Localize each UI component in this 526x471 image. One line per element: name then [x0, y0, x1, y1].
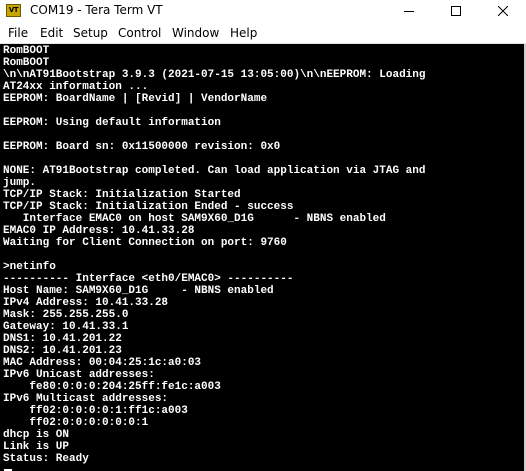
terminal-line: RomBOOT: [3, 45, 50, 57]
terminal-line: EMAC0 IP Address: 10.41.33.28: [3, 225, 195, 237]
terminal-line: IPv6 Multicast addresses:: [3, 393, 169, 405]
menu-control[interactable]: Control: [118, 26, 161, 40]
close-icon: [498, 6, 508, 16]
window-title: COM19 - Tera Term VT: [30, 3, 163, 17]
terminal-line: dhcp is ON: [3, 429, 70, 441]
terminal-line: Gateway: 10.41.33.1: [3, 321, 129, 333]
terminal-line: >netinfo: [3, 261, 56, 273]
terminal-line: Link is UP: [3, 441, 70, 453]
terminal-line: IPv6 Unicast addresses:: [3, 369, 155, 381]
maximize-icon: [451, 6, 461, 16]
maximize-button[interactable]: [433, 0, 479, 22]
terminal-line: fe80:0:0:0:204:25ff:fe1c:a003: [3, 381, 221, 393]
terminal-line: EEPROM: Using default information: [3, 117, 221, 129]
terminal-line: RomBOOT: [3, 57, 50, 69]
terminal-line: NONE: AT91Bootstrap completed. Can load …: [3, 165, 426, 177]
terminal-line: jump.: [3, 177, 37, 189]
minimize-icon: [404, 11, 414, 12]
terminal-line: ---------- Interface <eth0/EMAC0> ------…: [3, 273, 294, 285]
terminal-line: Interface EMAC0 on host SAM9X60_D1G - NB…: [3, 213, 386, 225]
minimize-button[interactable]: [386, 0, 432, 22]
terminal-line: EEPROM: BoardName | [Revid] | VendorName: [3, 93, 268, 105]
terminal-line: Status: Ready: [3, 453, 89, 465]
terminal-line: TCP/IP Stack: Initialization Started: [3, 189, 241, 201]
tera-term-window: VT COM19 - Tera Term VT File Edit Setup …: [0, 0, 526, 471]
terminal-line: Waiting for Client Connection on port: 9…: [3, 237, 287, 249]
terminal-lines: RomBOOT RomBOOT \n\nAT91Bootstrap 3.9.3 …: [3, 45, 526, 465]
terminal-line: DNS2: 10.41.201.23: [3, 345, 122, 357]
terminal-line: Mask: 255.255.255.0: [3, 309, 129, 321]
menu-file[interactable]: File: [8, 26, 28, 40]
terminal-line: EEPROM: Board sn: 0x11500000 revision: 0…: [3, 141, 281, 153]
terminal-line: ff02:0:0:0:0:1:ff1c:a003: [3, 405, 188, 417]
menu-edit[interactable]: Edit: [40, 26, 63, 40]
menu-help[interactable]: Help: [230, 26, 257, 40]
tera-term-app-icon[interactable]: VT: [6, 4, 21, 17]
menu-setup[interactable]: Setup: [73, 26, 108, 40]
terminal-output[interactable]: RomBOOT RomBOOT \n\nAT91Bootstrap 3.9.3 …: [0, 44, 526, 471]
terminal-line: DNS1: 10.41.201.22: [3, 333, 122, 345]
terminal-line: MAC Address: 00:04:25:1c:a0:03: [3, 357, 202, 369]
menu-bar: File Edit Setup Control Window Help: [0, 22, 526, 44]
terminal-line: ff02:0:0:0:0:0:0:1: [3, 417, 149, 429]
terminal-line: IPv4 Address: 10.41.33.28: [3, 297, 169, 309]
terminal-line: Host Name: SAM9X60_D1G - NBNS enabled: [3, 285, 274, 297]
terminal-line: TCP/IP Stack: Initialization Ended - suc…: [3, 201, 294, 213]
close-button[interactable]: [480, 0, 526, 22]
menu-window[interactable]: Window: [172, 26, 219, 40]
title-bar[interactable]: VT COM19 - Tera Term VT: [0, 0, 526, 22]
terminal-line: AT24xx information ...: [3, 81, 149, 93]
terminal-line: \n\nAT91Bootstrap 3.9.3 (2021-07-15 13:0…: [3, 69, 426, 81]
